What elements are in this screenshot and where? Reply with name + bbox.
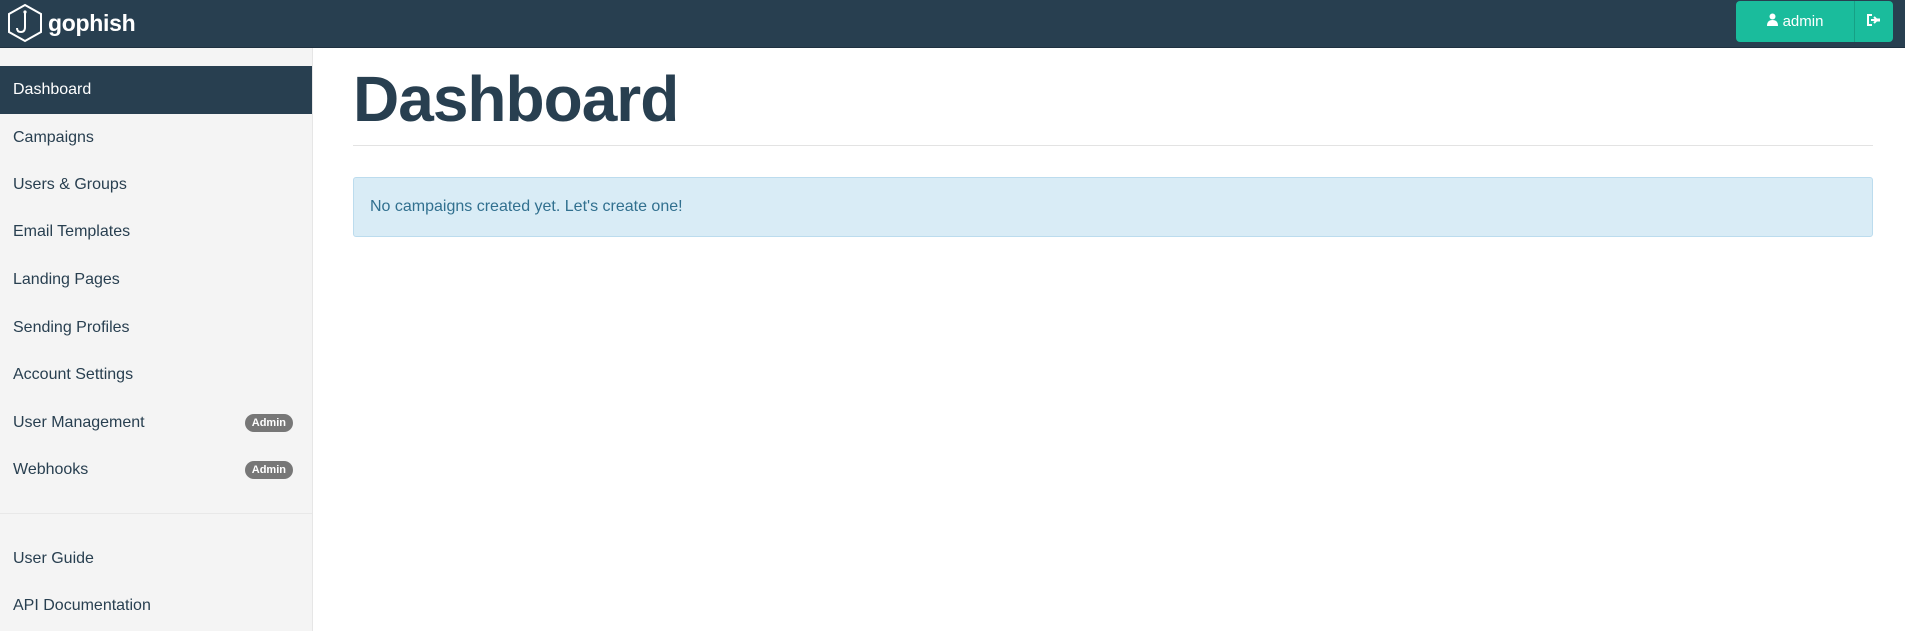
sidebar-item-label: API Documentation <box>13 597 151 614</box>
user-name: admin <box>1782 13 1824 30</box>
sidebar-item-label: User Management <box>13 414 145 431</box>
admin-badge: Admin <box>244 461 293 479</box>
sidebar-item-email-templates[interactable]: Email Templates <box>0 208 312 256</box>
sidebar-item-landing-pages[interactable]: Landing Pages <box>0 256 312 304</box>
gophish-logo-icon <box>6 3 44 43</box>
sidebar-item-label: Landing Pages <box>13 271 120 288</box>
title-divider <box>353 145 1873 146</box>
sidebar-divider <box>0 513 312 514</box>
sidebar-item-label: Dashboard <box>13 81 92 98</box>
sidebar: Dashboard Campaigns Users & Groups Email… <box>0 48 313 631</box>
sidebar-item-label: Sending Profiles <box>13 319 130 336</box>
sidebar-item-dashboard[interactable]: Dashboard <box>0 66 312 114</box>
user-menu-button[interactable]: admin <box>1736 1 1854 42</box>
user-button-group: admin <box>1736 1 1893 42</box>
sidebar-item-users-groups[interactable]: Users & Groups <box>0 161 312 209</box>
sidebar-item-user-guide[interactable]: User Guide <box>0 535 312 583</box>
brand-link[interactable]: gophish <box>6 1 136 45</box>
empty-campaigns-alert: No campaigns created yet. Let's create o… <box>353 177 1873 237</box>
user-icon <box>1766 13 1778 30</box>
logout-button[interactable] <box>1854 1 1893 42</box>
top-navbar: gophish admin <box>0 0 1905 48</box>
sign-out-icon <box>1867 14 1881 29</box>
sidebar-item-webhooks[interactable]: Webhooks Admin <box>0 446 312 494</box>
sidebar-item-label: User Guide <box>13 550 94 567</box>
sidebar-item-user-management[interactable]: User Management Admin <box>0 399 312 447</box>
sidebar-item-api-documentation[interactable]: API Documentation <box>0 582 312 630</box>
alert-message: No campaigns created yet. Let's create o… <box>370 198 683 215</box>
sidebar-item-account-settings[interactable]: Account Settings <box>0 351 312 399</box>
sidebar-item-label: Campaigns <box>13 129 94 146</box>
sidebar-item-label: Email Templates <box>13 223 131 240</box>
page-title: Dashboard <box>353 63 679 135</box>
sidebar-item-label: Webhooks <box>13 461 89 478</box>
sidebar-item-label: Users & Groups <box>13 176 127 193</box>
sidebar-item-label: Account Settings <box>13 366 134 383</box>
brand-name: gophish <box>48 9 136 36</box>
sidebar-item-campaigns[interactable]: Campaigns <box>0 114 312 162</box>
sidebar-item-sending-profiles[interactable]: Sending Profiles <box>0 304 312 352</box>
admin-badge: Admin <box>244 414 293 432</box>
